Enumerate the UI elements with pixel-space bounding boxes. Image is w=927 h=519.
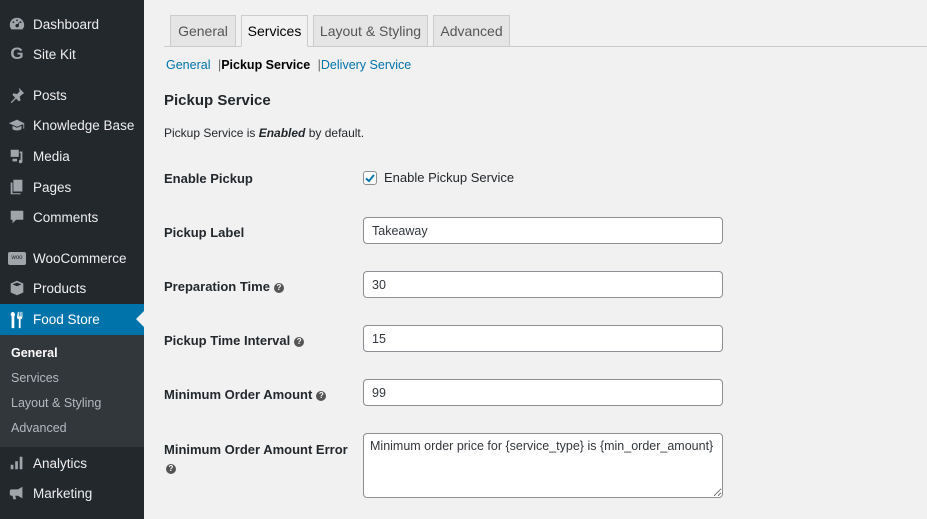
pages-icon bbox=[7, 177, 27, 197]
section-title: Pickup Service bbox=[164, 92, 271, 109]
sidebar-item-food-store[interactable]: Food Store bbox=[0, 304, 144, 335]
help-icon[interactable]: ? bbox=[316, 390, 327, 401]
settings-tabs: General Services Layout & Styling Advanc… bbox=[164, 15, 927, 47]
subnav-general-link[interactable]: General bbox=[166, 58, 210, 72]
help-icon[interactable]: ? bbox=[273, 282, 284, 293]
sidebar-item-label: Media bbox=[33, 148, 70, 164]
sidebar-item-marketing[interactable]: Marketing bbox=[0, 478, 144, 508]
tab-general[interactable]: General bbox=[170, 15, 236, 47]
tab-layout-styling[interactable]: Layout & Styling bbox=[313, 15, 428, 47]
sidebar-item-label: Pages bbox=[33, 179, 72, 195]
preparation-time-input[interactable] bbox=[363, 271, 723, 298]
sidebar-item-label: Products bbox=[33, 280, 87, 296]
sidebar-item-pages[interactable]: Pages bbox=[0, 172, 144, 202]
sidebar-item-media[interactable]: Media bbox=[0, 141, 144, 171]
sidebar-item-products[interactable]: Products bbox=[0, 273, 144, 303]
box-icon bbox=[7, 278, 27, 298]
minimum-order-amount-error-label: Minimum Order Amount Error? bbox=[164, 442, 348, 474]
enable-pickup-label: Enable Pickup bbox=[164, 171, 253, 186]
checkbox-box[interactable] bbox=[363, 170, 377, 185]
tab-advanced[interactable]: Advanced bbox=[433, 15, 510, 47]
subnav-delivery-link[interactable]: Delivery Service bbox=[321, 58, 411, 72]
graduation-cap-icon bbox=[7, 115, 27, 135]
section-description: Pickup Service is Enabled by default. bbox=[164, 126, 365, 140]
checkbox-label: Enable Pickup Service bbox=[384, 170, 515, 185]
pin-icon bbox=[7, 85, 27, 105]
sidebar-item-label: Site Kit bbox=[33, 46, 76, 62]
dashboard-icon bbox=[7, 14, 27, 34]
sidebar-item-knowledge-base[interactable]: Knowledge Base bbox=[0, 110, 144, 140]
minimum-order-amount-error-textarea[interactable]: Minimum order price for {service_type} i… bbox=[363, 433, 723, 498]
tab-services[interactable]: Services bbox=[241, 15, 308, 47]
sidebar-item-label: WooCommerce bbox=[33, 250, 127, 266]
service-subnav: General |Pickup Service |Delivery Servic… bbox=[166, 58, 411, 72]
preparation-time-label: Preparation Time? bbox=[164, 279, 284, 294]
help-icon[interactable]: ? bbox=[294, 336, 305, 347]
enable-pickup-checkbox[interactable]: Enable Pickup Service bbox=[363, 170, 514, 185]
comment-icon bbox=[7, 207, 27, 227]
main-content: General Services Layout & Styling Advanc… bbox=[144, 0, 927, 519]
help-icon[interactable]: ? bbox=[166, 463, 176, 474]
sidebar-item-site-kit[interactable]: G Site Kit bbox=[0, 39, 144, 69]
bar-chart-icon bbox=[7, 453, 27, 473]
sidebar-item-dashboard[interactable]: Dashboard bbox=[0, 9, 144, 39]
pickup-time-interval-label: Pickup Time Interval? bbox=[164, 333, 305, 348]
sidebar-item-woocommerce[interactable]: woo WooCommerce bbox=[0, 243, 144, 273]
submenu-item-layout-styling[interactable]: Layout & Styling bbox=[11, 396, 101, 410]
pickup-time-interval-input[interactable] bbox=[363, 325, 723, 352]
pickup-label-input[interactable] bbox=[363, 217, 723, 244]
fork-knife-icon bbox=[7, 310, 27, 330]
sidebar-item-label: Knowledge Base bbox=[33, 117, 135, 133]
megaphone-icon bbox=[7, 483, 27, 503]
media-icon bbox=[7, 146, 27, 166]
food-store-submenu: General Services Layout & Styling Advanc… bbox=[0, 335, 144, 447]
submenu-item-general[interactable]: General bbox=[11, 346, 58, 360]
pickup-label-label: Pickup Label bbox=[164, 225, 245, 240]
admin-sidebar: Dashboard G Site Kit Posts Knowledge Bas… bbox=[0, 0, 144, 519]
submenu-item-advanced[interactable]: Advanced bbox=[11, 421, 67, 435]
sidebar-item-label: Marketing bbox=[33, 485, 93, 501]
sidebar-item-label: Posts bbox=[33, 87, 67, 103]
minimum-order-amount-label: Minimum Order Amount? bbox=[164, 387, 327, 402]
woo-icon: woo bbox=[7, 248, 27, 268]
sidebar-item-posts[interactable]: Posts bbox=[0, 80, 144, 110]
google-g-icon: G bbox=[10, 44, 24, 63]
sidebar-item-label: Comments bbox=[33, 209, 99, 225]
sidebar-item-label: Dashboard bbox=[33, 16, 100, 32]
sidebar-item-label: Analytics bbox=[33, 455, 88, 471]
minimum-order-amount-input[interactable] bbox=[363, 379, 723, 406]
sidebar-item-label: Food Store bbox=[33, 312, 100, 327]
sidebar-item-comments[interactable]: Comments bbox=[0, 202, 144, 232]
submenu-item-services[interactable]: Services bbox=[11, 371, 59, 385]
sidebar-item-analytics[interactable]: Analytics bbox=[0, 448, 144, 478]
subnav-pickup-current: Pickup Service bbox=[221, 58, 311, 72]
